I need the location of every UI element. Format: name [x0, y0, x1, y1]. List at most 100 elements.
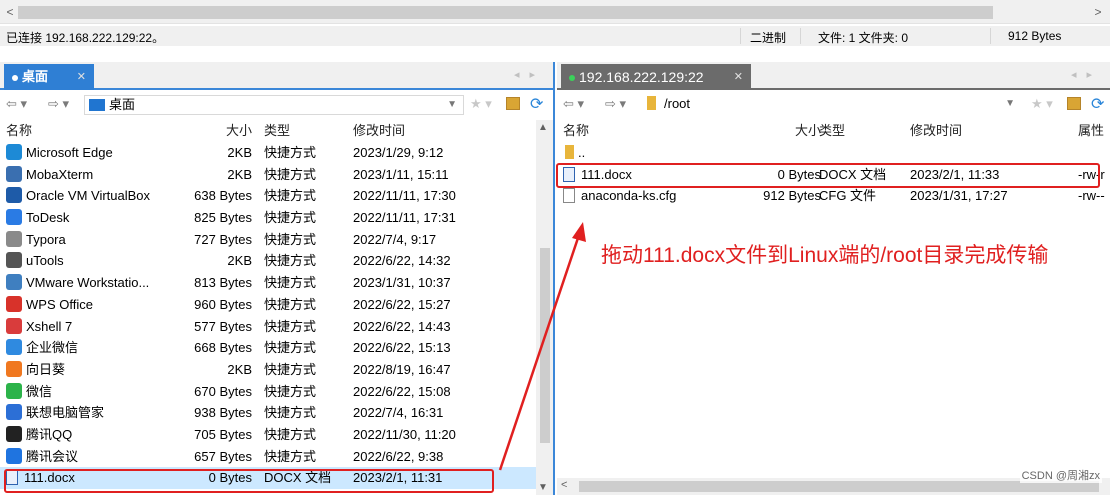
status-bar: 已连接 192.168.222.129:22。 二进制 文件: 1 文件夹: 0…: [0, 26, 1110, 46]
transfer-mode: 二进制: [750, 31, 787, 45]
scroll-left-icon[interactable]: <: [561, 479, 567, 491]
bookmark-icon[interactable]: ★ ▾: [1031, 96, 1053, 112]
file-row[interactable]: Typora 727 Bytes 快捷方式 2022/7/4, 9:17: [0, 229, 553, 251]
path-input[interactable]: /root ▼: [637, 95, 1021, 115]
selection-counts: 文件: 1 文件夹: 0: [818, 31, 909, 45]
xshell-icon: [6, 317, 22, 334]
column-header-type[interactable]: 类型: [264, 120, 344, 142]
file-row[interactable]: 腾讯会议 657 Bytes 快捷方式 2022/6/22, 9:38: [0, 446, 553, 468]
scroll-up-icon[interactable]: ▲: [538, 122, 548, 133]
file-row[interactable]: Oracle VM VirtualBox 638 Bytes 快捷方式 2022/11…: [0, 185, 553, 207]
file-type: CFG 文件: [819, 188, 877, 204]
file-row[interactable]: anaconda-ks.cfg 912 Bytes CFG 文件 2023/1/31,…: [557, 185, 1110, 207]
file-modified: 2022/8/19, 16:47: [353, 361, 451, 377]
file-name-cell: VMware Workstatio...: [6, 272, 174, 294]
file-row[interactable]: VMware Workstatio... 813 Bytes 快捷方式 2023/1/…: [0, 272, 553, 294]
file-name: anaconda-ks.cfg: [581, 188, 677, 204]
file-name-cell: 微信: [6, 381, 174, 403]
chevron-down-icon[interactable]: ▼: [1005, 95, 1015, 113]
file-row[interactable]: 向日葵 2KB 快捷方式 2022/8/19, 16:47: [0, 359, 553, 381]
tab-label: 桌面: [22, 69, 49, 84]
scrollbar-thumb[interactable]: [18, 6, 993, 19]
file-row[interactable]: 微信 670 Bytes 快捷方式 2022/6/22, 15:08: [0, 381, 553, 403]
file-row[interactable]: WPS Office 960 Bytes 快捷方式 2022/6/22, 15:27: [0, 294, 553, 316]
file-row[interactable]: MobaXterm 2KB 快捷方式 2023/1/11, 15:11: [0, 164, 553, 186]
file-size: 705 Bytes: [194, 426, 252, 442]
vertical-scrollbar[interactable]: ▲ ▼: [536, 120, 553, 495]
tab-nav-arrows-icon[interactable]: ◂▸: [1071, 68, 1102, 81]
file-size: 2KB: [227, 145, 252, 160]
close-icon[interactable]: ✕: [77, 64, 86, 90]
file-row[interactable]: 腾讯QQ 705 Bytes 快捷方式 2022/11/30, 11:20: [0, 424, 553, 446]
tab-remote-host[interactable]: 192.168.222.129:22 ✕: [561, 64, 751, 90]
scroll-right-icon[interactable]: >: [1090, 4, 1106, 20]
scroll-left-icon[interactable]: <: [2, 4, 18, 20]
file-row[interactable]: 企业微信 668 Bytes 快捷方式 2022/6/22, 15:13: [0, 337, 553, 359]
home-icon[interactable]: [1067, 97, 1081, 110]
scroll-down-icon[interactable]: ▼: [538, 482, 548, 493]
highlight-box-source: [4, 469, 494, 493]
file-name-cell: ToDesk: [6, 207, 174, 229]
file-row[interactable]: Microsoft Edge 2KB 快捷方式 2023/1/29, 9:12: [0, 142, 553, 164]
file-row[interactable]: uTools 2KB 快捷方式 2022/6/22, 14:32: [0, 250, 553, 272]
home-icon[interactable]: [506, 97, 520, 110]
column-header-name[interactable]: 名称: [6, 120, 174, 142]
top-horizontal-scrollbar[interactable]: < >: [0, 0, 1110, 24]
address-bar: ⇦ ▾ ⇨ ▾ /root ▼ ★ ▾ ⟳: [557, 92, 1110, 118]
virtualbox-icon: [6, 187, 22, 204]
parent-directory-row[interactable]: ..: [557, 142, 1110, 164]
path-input[interactable]: 桌面 ▼: [84, 95, 464, 115]
file-size: 813 Bytes: [194, 275, 252, 291]
column-header-name[interactable]: 名称: [563, 120, 743, 142]
close-icon[interactable]: ✕: [734, 64, 743, 90]
file-modified: 2022/6/22, 9:38: [353, 448, 444, 464]
back-icon[interactable]: ⇦ ▾: [563, 96, 584, 112]
refresh-icon[interactable]: ⟳: [1091, 94, 1104, 114]
wps-icon: [6, 295, 22, 312]
file-size: 912 Bytes: [763, 188, 821, 204]
lenovo-icon: [6, 404, 22, 421]
annotation-text: 拖动111.docx文件到Linux端的/root目录完成传输: [601, 244, 1049, 267]
tab-desktop[interactable]: 桌面 ✕: [4, 64, 94, 90]
bookmark-icon[interactable]: ★ ▾: [470, 96, 492, 112]
file-attributes: -rw--: [1078, 188, 1105, 204]
tab-status-dot-icon: [12, 74, 18, 81]
file-size: 960 Bytes: [194, 296, 252, 312]
tab-strip: 192.168.222.129:22 ✕ ◂▸: [557, 62, 1110, 90]
vmware-icon: [6, 274, 22, 291]
column-header-modified[interactable]: 修改时间: [910, 120, 1075, 142]
forward-icon[interactable]: ⇨ ▾: [605, 96, 626, 112]
file-name: 向日葵: [26, 361, 66, 377]
file-row[interactable]: ToDesk 825 Bytes 快捷方式 2022/11/11, 17:31: [0, 207, 553, 229]
tencent-meeting-icon: [6, 447, 22, 464]
file-name-cell: Microsoft Edge: [6, 142, 174, 164]
refresh-icon[interactable]: ⟳: [530, 94, 543, 114]
file-name-cell: 联想电脑管家: [6, 402, 174, 424]
forward-icon[interactable]: ⇨ ▾: [48, 96, 69, 112]
column-header-size[interactable]: 大小: [743, 120, 821, 142]
sunflower-icon: [6, 360, 22, 377]
column-header-size[interactable]: 大小: [174, 120, 252, 142]
connection-status: 已连接 192.168.222.129:22。: [6, 31, 165, 45]
file-modified: 2022/7/4, 16:31: [353, 405, 444, 421]
column-header-attributes[interactable]: 属性: [1078, 120, 1110, 142]
file-type: 快捷方式: [264, 448, 317, 464]
file-modified: 2022/11/30, 11:20: [353, 426, 456, 442]
column-header-type[interactable]: 类型: [819, 120, 904, 142]
file-row[interactable]: Xshell 7 577 Bytes 快捷方式 2022/6/22, 14:43: [0, 316, 553, 338]
file-size: 638 Bytes: [194, 188, 252, 204]
file-icon: [563, 188, 575, 204]
file-modified: 2022/6/22, 15:13: [353, 340, 451, 356]
file-row[interactable]: 联想电脑管家 938 Bytes 快捷方式 2022/7/4, 16:31: [0, 402, 553, 424]
back-icon[interactable]: ⇦ ▾: [6, 96, 27, 112]
column-header-modified[interactable]: 修改时间: [353, 120, 528, 142]
file-name: ToDesk: [26, 210, 70, 226]
file-type: 快捷方式: [264, 166, 317, 182]
chevron-down-icon[interactable]: ▼: [447, 96, 457, 114]
file-type: 快捷方式: [264, 231, 317, 247]
file-modified: 2022/11/11, 17:31: [353, 210, 456, 226]
scrollbar-thumb[interactable]: [540, 248, 550, 443]
tab-nav-arrows-icon[interactable]: ◂▸: [514, 68, 545, 81]
file-name: 联想电脑管家: [26, 405, 105, 421]
todesk-icon: [6, 209, 22, 226]
